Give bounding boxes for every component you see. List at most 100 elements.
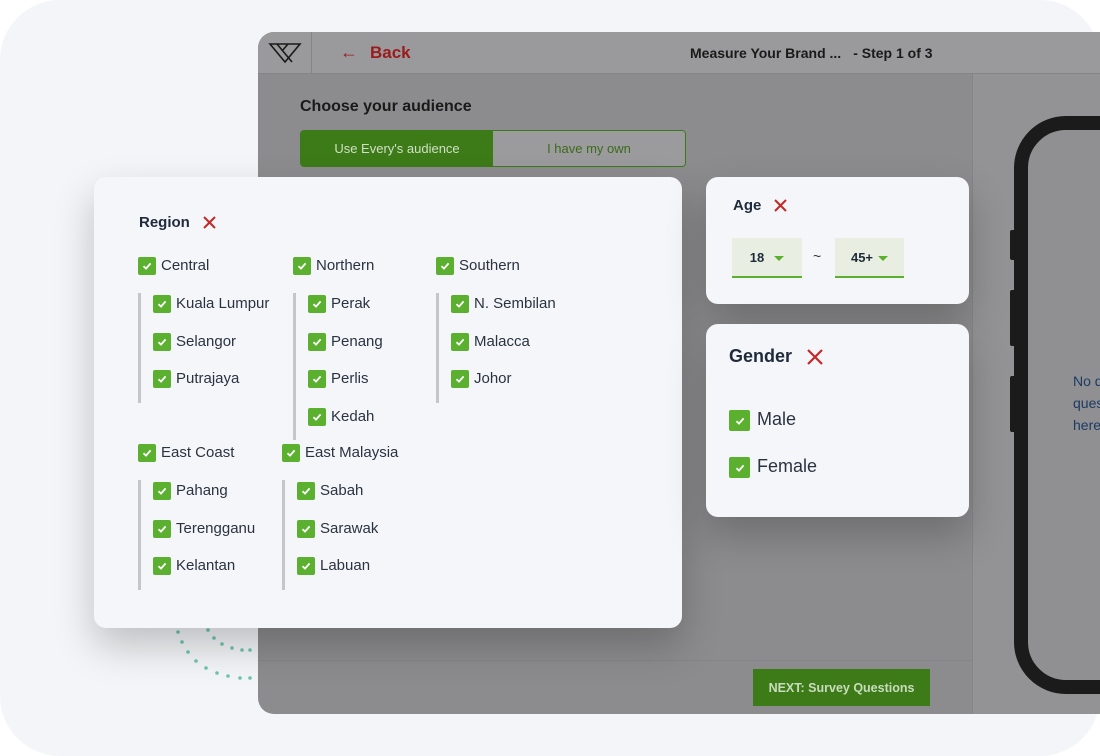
preview-empty-text: No q ques here — [1073, 370, 1100, 436]
top-bar: ← Back Measure Your Brand ... - Step 1 of… — [258, 32, 1100, 74]
subregion-label: Johor — [474, 370, 512, 387]
subregion-checkbox[interactable] — [451, 370, 469, 388]
subregion-checkbox[interactable] — [153, 519, 171, 538]
subregion-label: Kedah — [331, 407, 375, 425]
subregion-label: Malacca — [474, 332, 530, 350]
subregion-checkbox[interactable] — [153, 295, 171, 313]
group-divider — [138, 293, 141, 403]
check-icon — [157, 338, 167, 346]
subregion-checkbox[interactable] — [451, 332, 469, 351]
survey-title: Measure Your Brand ... — [690, 45, 842, 61]
close-gender-icon[interactable] — [806, 348, 824, 366]
region-checkbox[interactable] — [293, 257, 311, 275]
gender-label: Male — [757, 409, 797, 429]
chevron-down-icon — [878, 256, 889, 261]
subregion-checkbox[interactable] — [153, 370, 171, 388]
check-icon — [301, 562, 311, 570]
subregion-checkbox[interactable] — [153, 332, 171, 351]
check-icon — [312, 413, 322, 421]
check-icon — [455, 300, 465, 308]
gender-checkbox[interactable] — [729, 457, 750, 478]
check-icon — [142, 262, 152, 270]
check-icon — [157, 375, 167, 383]
subregion-label: Kuala Lumpur — [176, 295, 270, 312]
group-divider — [293, 293, 296, 440]
group-divider — [436, 293, 439, 403]
chevron-down-icon — [774, 256, 785, 261]
age-heading: Age — [733, 197, 762, 214]
region-label: East Malaysia — [305, 444, 399, 461]
subregion-label: N. Sembilan — [474, 295, 556, 312]
region-checkbox[interactable] — [282, 444, 300, 462]
check-icon — [297, 262, 307, 270]
close-age-icon[interactable] — [773, 198, 788, 213]
subregion-checkbox[interactable] — [308, 295, 326, 313]
region-label: Northern — [316, 257, 375, 274]
subregion-checkbox[interactable] — [297, 557, 315, 575]
subregion-label: Perlis — [331, 370, 369, 387]
check-icon — [312, 375, 322, 383]
gender-heading: Gender — [729, 346, 793, 366]
subregion-checkbox[interactable] — [451, 295, 469, 313]
subregion-checkbox[interactable] — [153, 482, 171, 500]
preview-line: No q — [1073, 373, 1100, 389]
step-indicator: - Step 1 of 3 — [853, 45, 933, 61]
subregion-label: Labuan — [320, 557, 371, 574]
age-header: Age — [733, 197, 788, 214]
subregion-label: Pahang — [176, 482, 228, 499]
check-icon — [312, 300, 322, 308]
back-button[interactable]: ← Back — [340, 42, 411, 63]
subregion-checkbox[interactable] — [308, 407, 326, 426]
audience-heading: Choose your audience — [300, 98, 472, 115]
back-label: Back — [370, 42, 411, 62]
gender-checkbox[interactable] — [729, 410, 750, 431]
region-label: Southern — [459, 257, 520, 274]
check-icon — [301, 525, 311, 533]
subregion-label: Terengganu — [176, 519, 256, 537]
group-divider — [138, 480, 141, 590]
subregion-label: Sarawak — [320, 519, 379, 537]
arrow-left-icon: ← — [340, 42, 358, 62]
age-to-select[interactable]: 45+ — [835, 238, 904, 278]
subregion-checkbox[interactable] — [297, 519, 315, 538]
gender-header: Gender — [729, 346, 824, 367]
subregion-checkbox[interactable] — [308, 332, 326, 351]
check-icon — [440, 262, 450, 270]
next-button[interactable]: NEXT: Survey Questions — [753, 669, 930, 706]
region-checkbox[interactable] — [138, 444, 156, 462]
group-divider — [282, 480, 285, 590]
region-header: Region — [139, 214, 217, 231]
check-icon — [157, 487, 167, 495]
check-icon — [157, 562, 167, 570]
subregion-label: Perak — [331, 295, 371, 312]
subregion-checkbox[interactable] — [153, 557, 171, 575]
subregion-label: Putrajaya — [176, 370, 240, 387]
preview-line: ques — [1073, 395, 1100, 411]
region-checkbox[interactable] — [138, 257, 156, 275]
check-icon — [286, 449, 296, 457]
age-separator: ~ — [813, 248, 822, 264]
logo-icon — [258, 32, 312, 74]
page-title: Measure Your Brand ... - Step 1 of 3 — [690, 45, 933, 61]
subregion-label: Selangor — [176, 332, 237, 350]
subregion-checkbox[interactable] — [297, 482, 315, 500]
age-to-value: 45+ — [850, 249, 874, 265]
check-icon — [157, 525, 167, 533]
phone-button — [1010, 290, 1016, 346]
subregion-label: Penang — [331, 332, 383, 350]
subregion-checkbox[interactable] — [308, 370, 326, 388]
region-heading: Region — [139, 214, 190, 231]
check-icon — [455, 375, 465, 383]
check-icon — [312, 338, 322, 346]
audience-toggle: Use Every's audience I have my own — [300, 130, 686, 167]
toggle-own-audience[interactable]: I have my own — [493, 131, 685, 166]
region-checkbox[interactable] — [436, 257, 454, 275]
age-from-value: 18 — [749, 249, 765, 265]
check-icon — [142, 449, 152, 457]
phone-button — [1010, 230, 1016, 260]
check-icon — [157, 300, 167, 308]
close-region-icon[interactable] — [202, 215, 217, 230]
age-from-select[interactable]: 18 — [732, 238, 802, 278]
check-icon — [455, 338, 465, 346]
toggle-every-audience[interactable]: Use Every's audience — [301, 131, 493, 166]
